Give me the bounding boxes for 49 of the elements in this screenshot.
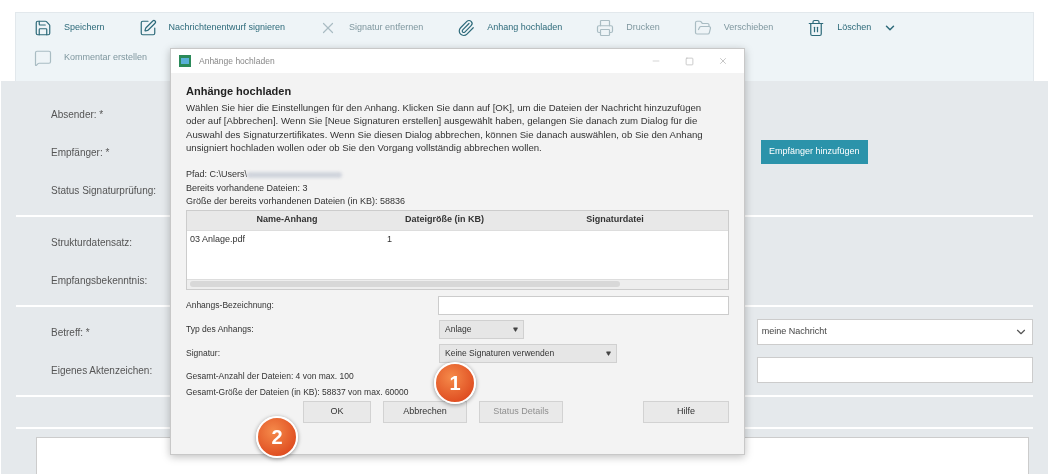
maximize-icon[interactable] [685,56,694,66]
pencil-icon [138,19,157,37]
field-label: Signatur: [186,346,222,360]
save-icon [34,19,52,37]
description-input[interactable] [438,295,729,315]
column-header[interactable]: Signaturdatei [502,213,728,227]
field-label: Strukturdatensatz: [50,235,134,250]
horizontal-scrollbar[interactable] [187,278,728,289]
dropdown-arrow-icon [513,326,518,332]
field-label: Typ des Anhangs: [186,322,255,336]
total-text: Gesamt-Anzahl der Dateien: 4 von max. 100 [186,369,355,382]
folder-icon [693,19,712,37]
dialog-button[interactable]: OK [303,400,371,423]
reference-input[interactable] [756,357,1033,383]
table-cell-text: 1 [387,232,393,246]
dialog-description: Wählen Sie hier die Einstellungen für den Anhang. Klicken Sie dann auf [OK], um die Dateien der Nachricht hinzuzufügen oder auf [Abbrechen]. Wenn Sie [Neue Signaturen erstellen] ausgewählt haben, gelangen Sie danach zum Dialog für die Auswahl des Signaturzertifikates. Wenn Sie diesen Dialog abbrechen, können Sie danach auswählen, ob Sie den Anhang unsigniert hochladen wollen oder ob Sie den Vorgang vollständig abbrechen wollen. [186,100,704,155]
dialog-title: Anhänge hochladen [199,54,276,68]
field-label: Betreff: * [50,325,91,340]
dropdown[interactable]: Keine Signaturen verwenden [439,343,617,363]
add-recipient-button[interactable]: Empfänger hinzufügen [761,140,868,164]
dialog-heading: Anhänge hochladen [186,84,293,99]
field-label: Status Signaturprüfung: [50,183,158,198]
field-label: Eigenes Aktenzeichen: [50,363,154,378]
dropdown[interactable]: Anlage [439,319,524,339]
dialog-button[interactable]: Abbrechen [383,400,467,423]
column-header[interactable]: Dateigröße (in KB) [387,213,502,227]
total-text: Gesamt-Größe der Dateien (in KB): 58837 von max. 60000 [186,385,410,398]
toolbar-button[interactable]: Speichern [26,12,113,44]
speech-bubble-icon [34,49,52,67]
info-text: Größe der bereits vorhandenen Dateien (in KB): 58836 [186,194,407,208]
app-icon [179,55,191,67]
toolbar-button[interactable]: Löschen [799,12,906,44]
close-icon[interactable] [718,56,728,66]
column-header[interactable]: Name-Anhang [187,213,387,227]
field-label: Anhangs-Bezeichnung: [186,298,275,312]
printer-icon [596,19,615,37]
field-label: Absender: * [50,107,105,122]
info-text: Bereits vorhandene Dateien: 3 [186,181,309,195]
subject-select[interactable]: meine Nachricht [756,319,1033,345]
field-label: Empfangsbekenntnis: [50,273,149,288]
trash-icon [807,19,826,37]
path-text: Pfad: C:\Users\ [186,168,248,182]
field-label: Empfänger: * [50,145,111,160]
toolbar-button[interactable]: Anhang hochladen [449,12,571,44]
paperclip-icon [457,19,476,37]
dropdown-arrow-icon [606,350,611,356]
dialog-button[interactable]: Hilfe [643,400,729,423]
table-cell-text: 03 Anlage.pdf [189,232,247,246]
toolbar-button[interactable]: Nachrichtenentwurf signieren [130,12,294,44]
